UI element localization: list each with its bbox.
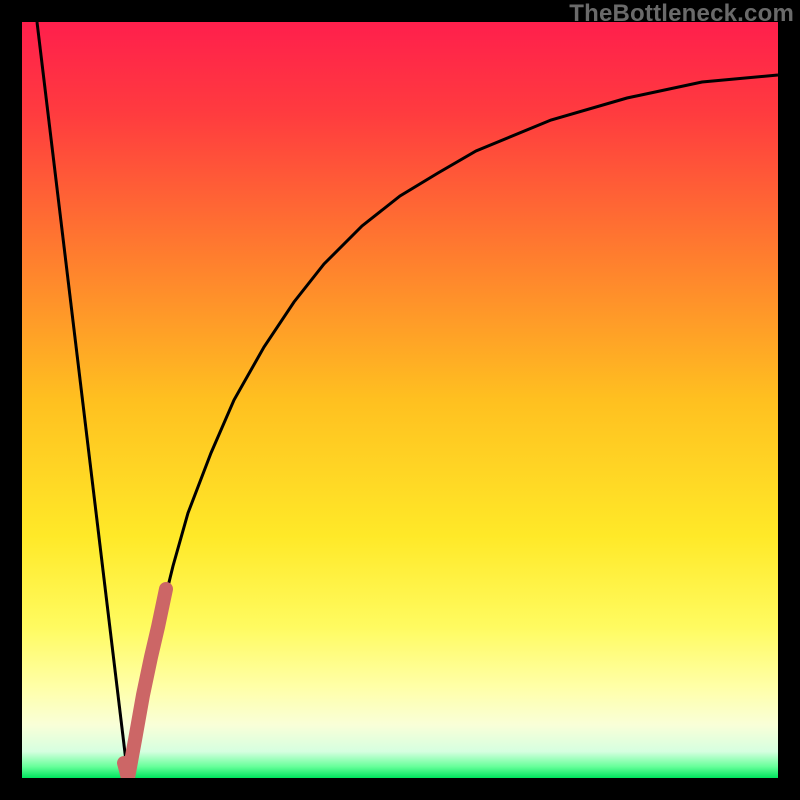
curve-svg	[22, 22, 778, 778]
watermark-text: TheBottleneck.com	[569, 0, 794, 28]
curve-left-arm	[37, 22, 128, 778]
plot-area	[22, 22, 778, 778]
tick-segment	[124, 589, 166, 778]
curve-right-arm	[128, 75, 778, 778]
outer-frame: TheBottleneck.com	[0, 0, 800, 800]
